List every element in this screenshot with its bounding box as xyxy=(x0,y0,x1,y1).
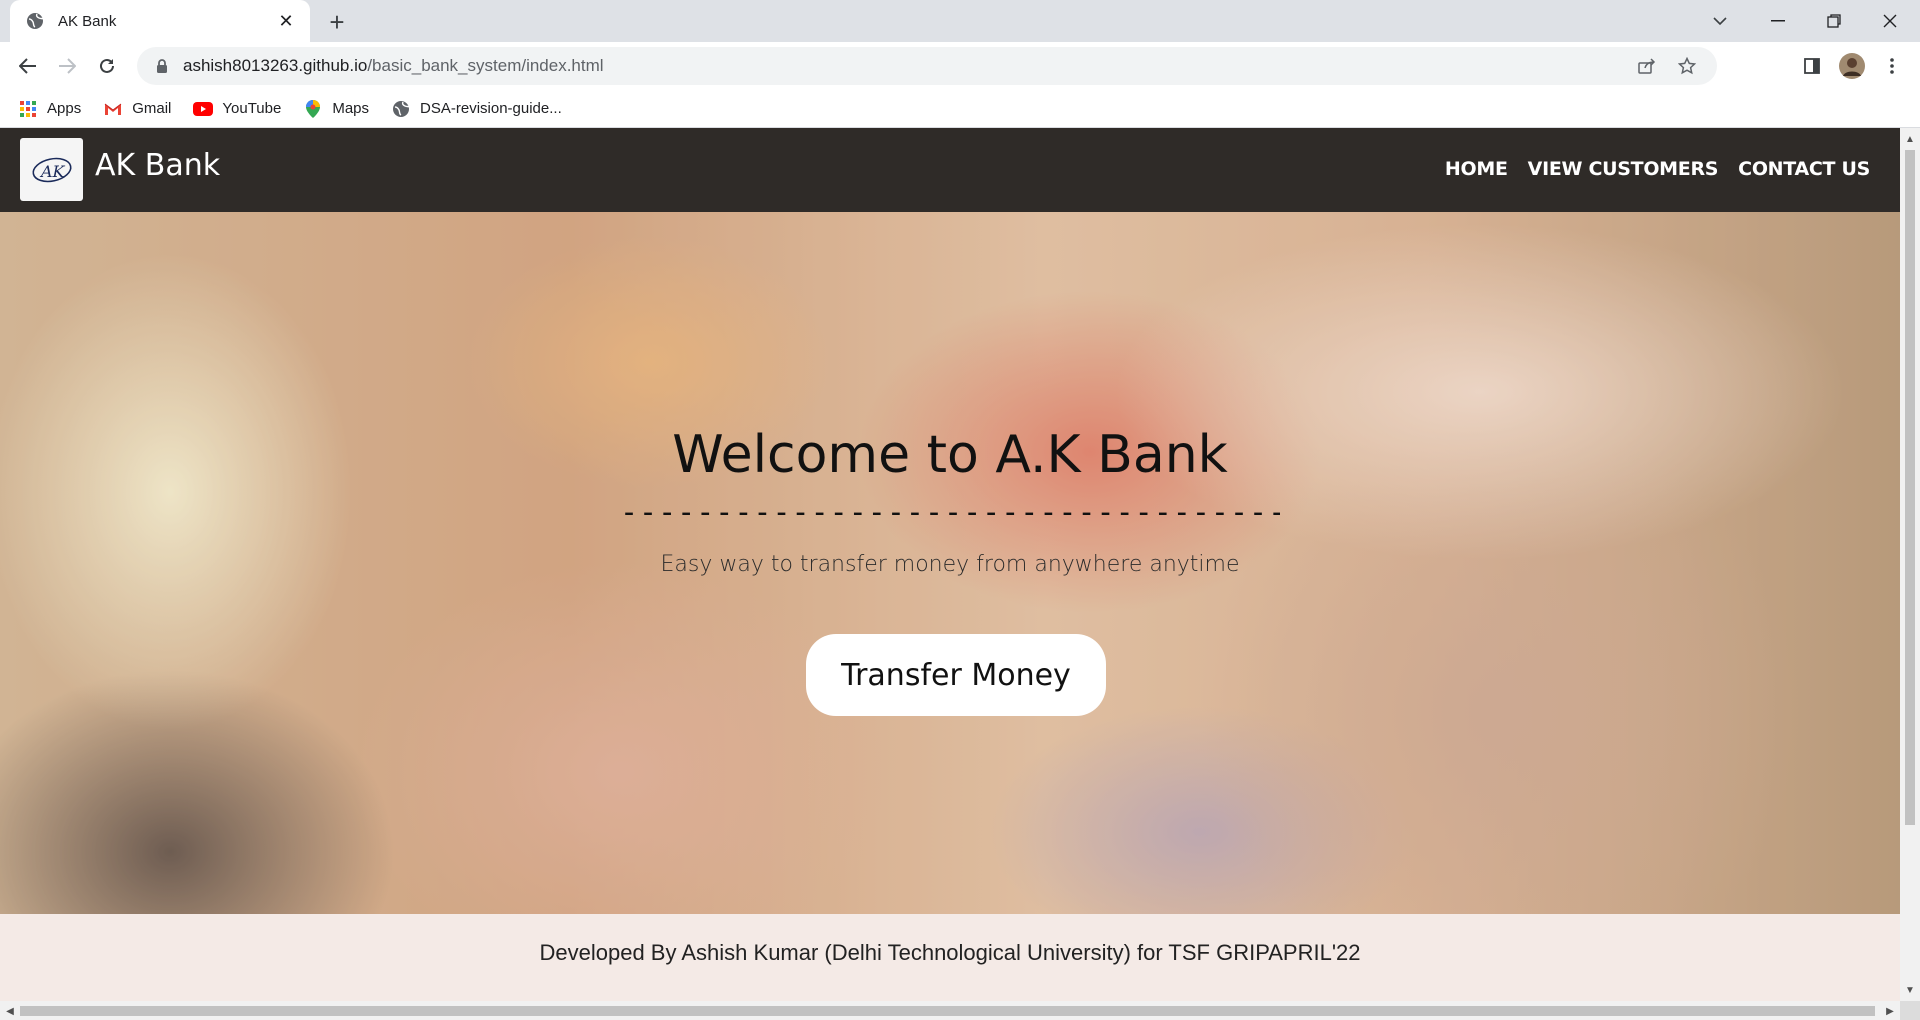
browser-tabstrip: AK Bank ✕ + xyxy=(0,0,1920,42)
side-panel-icon[interactable] xyxy=(1796,50,1828,82)
hero-divider: ----------------------------------------… xyxy=(620,495,1280,530)
bookmark-apps[interactable]: Apps xyxy=(18,99,81,119)
scroll-left-arrow-icon[interactable]: ◀ xyxy=(2,1003,18,1019)
bookmarks-bar: Apps Gmail YouTube Maps DSA-revision-gui… xyxy=(0,90,1920,128)
hero-section: Welcome to A.K Bank --------------------… xyxy=(0,212,1900,914)
hero-title: Welcome to A.K Bank xyxy=(672,425,1228,485)
close-window-icon[interactable] xyxy=(1870,4,1910,38)
nav-home-link[interactable]: HOME xyxy=(1445,158,1508,180)
reload-icon[interactable] xyxy=(91,50,123,82)
close-tab-icon[interactable]: ✕ xyxy=(274,9,298,33)
youtube-icon xyxy=(193,99,214,119)
share-icon[interactable] xyxy=(1631,50,1663,82)
back-arrow-icon[interactable] xyxy=(12,50,44,82)
bookmark-maps[interactable]: Maps xyxy=(303,99,369,119)
address-bar[interactable]: ashish8013263.github.io/basic_bank_syste… xyxy=(137,47,1717,85)
kebab-menu-icon[interactable] xyxy=(1876,50,1908,82)
globe-icon xyxy=(24,10,46,32)
horizontal-scroll-thumb[interactable] xyxy=(20,1006,1875,1016)
browser-tab[interactable]: AK Bank ✕ xyxy=(10,0,310,42)
footer-credits: Developed By Ashish Kumar (Delhi Technol… xyxy=(539,940,1361,965)
horizontal-scrollbar[interactable]: ◀ ▶ xyxy=(0,1001,1900,1020)
forward-arrow-icon[interactable] xyxy=(51,50,83,82)
new-tab-button[interactable]: + xyxy=(322,7,352,37)
apps-grid-icon xyxy=(18,99,38,119)
hero-subtitle: Easy way to transfer money from anywhere… xyxy=(660,552,1240,577)
nav-links: HOME VIEW CUSTOMERS CONTACT US xyxy=(1425,158,1870,180)
url-text[interactable]: ashish8013263.github.io/basic_bank_syste… xyxy=(183,56,1623,76)
bookmark-youtube[interactable]: YouTube xyxy=(193,99,281,119)
tab-search-icon[interactable] xyxy=(1700,4,1740,38)
url-path: /basic_bank_system/index.html xyxy=(367,56,604,75)
bookmark-gmail[interactable]: Gmail xyxy=(103,99,171,119)
avatar[interactable] xyxy=(1836,50,1868,82)
bank-logo[interactable]: AK xyxy=(20,138,83,201)
site-navbar: AK AK Bank HOME VIEW CUSTOMERS CONTACT U… xyxy=(0,128,1900,212)
globe-icon xyxy=(391,99,411,119)
tab-title: AK Bank xyxy=(58,12,117,30)
scroll-down-arrow-icon[interactable]: ▼ xyxy=(1902,982,1918,998)
gmail-icon xyxy=(103,99,123,119)
minimize-icon[interactable] xyxy=(1758,4,1798,38)
bookmark-label: DSA-revision-guide... xyxy=(420,100,562,117)
logo-text: AK xyxy=(39,162,66,181)
browser-toolbar: ashish8013263.github.io/basic_bank_syste… xyxy=(0,42,1920,90)
scroll-right-arrow-icon[interactable]: ▶ xyxy=(1882,1003,1898,1019)
bookmark-dsa-guide[interactable]: DSA-revision-guide... xyxy=(391,99,562,119)
url-host: ashish8013263.github.io xyxy=(183,56,368,75)
bookmark-label: Maps xyxy=(332,100,370,117)
transfer-money-button[interactable]: Transfer Money xyxy=(806,634,1106,716)
scrollbar-corner xyxy=(1900,1001,1920,1020)
bookmark-label: Gmail xyxy=(132,100,172,117)
nav-view-customers-link[interactable]: VIEW CUSTOMERS xyxy=(1528,158,1719,180)
bookmark-star-icon[interactable] xyxy=(1671,50,1703,82)
scroll-up-arrow-icon[interactable]: ▲ xyxy=(1902,131,1918,147)
restore-icon[interactable] xyxy=(1814,4,1854,38)
bookmark-label: Apps xyxy=(47,100,82,117)
lock-icon[interactable] xyxy=(153,57,171,75)
brand-name[interactable]: AK Bank xyxy=(95,148,220,183)
maps-pin-icon xyxy=(303,99,323,119)
page-viewport: AK AK Bank HOME VIEW CUSTOMERS CONTACT U… xyxy=(0,128,1900,1001)
vertical-scroll-thumb[interactable] xyxy=(1905,150,1915,825)
ak-logo-icon: AK xyxy=(31,157,72,182)
bookmark-label: YouTube xyxy=(222,100,282,117)
site-footer: Developed By Ashish Kumar (Delhi Technol… xyxy=(0,914,1900,1001)
nav-contact-us-link[interactable]: CONTACT US xyxy=(1738,158,1870,180)
vertical-scrollbar[interactable]: ▲ ▼ xyxy=(1900,128,1920,1001)
